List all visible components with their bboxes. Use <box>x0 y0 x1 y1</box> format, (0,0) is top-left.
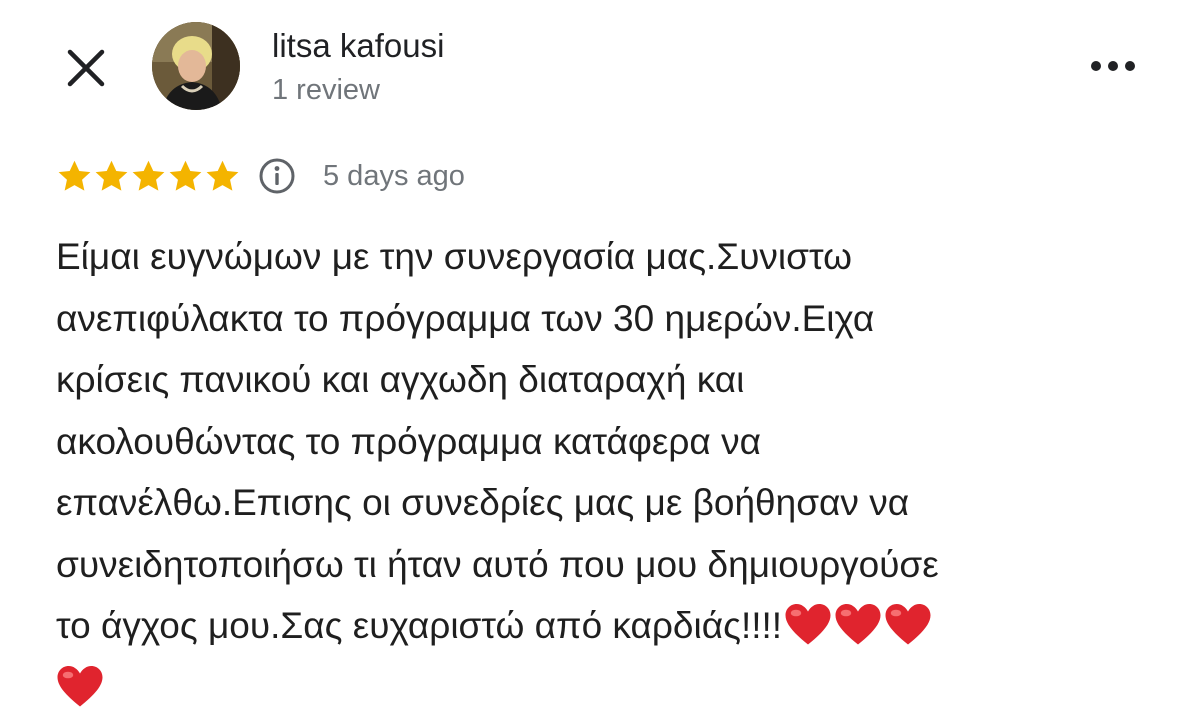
more-horizontal-icon <box>1091 61 1135 71</box>
review-line: συνειδητοποιήσω τι ήταν αυτό που μου δημ… <box>56 543 939 585</box>
reviewer-name[interactable]: litsa kafousi <box>272 26 444 66</box>
review-line: επανέλθω.Επισης οι συνεδρίες μας με βοήθ… <box>56 482 910 523</box>
review-line: το άγχος μου.Σας ευχαριστώ από καρδιάς!!… <box>56 595 1166 657</box>
review-line: ανεπιφύλακτα το πρόγραμμα των 30 ημερών.… <box>56 297 875 339</box>
info-icon[interactable] <box>257 156 297 196</box>
review-meta: 5 days ago <box>56 154 465 198</box>
profile-photo <box>152 22 240 110</box>
star-icon <box>206 160 239 191</box>
star-icon <box>132 160 165 191</box>
review-line: κρίσεις πανικού και αγχωδη διαταραχή και <box>56 359 745 400</box>
review-date: 5 days ago <box>323 159 465 192</box>
star-icon <box>169 160 202 191</box>
review-line: Είμαι ευγνώμων με την συνεργασία μας.Συν… <box>56 236 852 277</box>
heart-emoji-icon <box>57 665 103 706</box>
review-text: Είμαι ευγνώμων με την συνεργασία μας.Συν… <box>56 226 1166 718</box>
heart-emoji-icon <box>785 604 831 645</box>
star-icon <box>95 160 128 191</box>
more-options-button[interactable] <box>1086 48 1140 84</box>
review-line <box>56 657 1166 719</box>
close-button[interactable] <box>62 44 110 92</box>
review-line: ακολουθώντας το πρόγραμμα κατάφερα να <box>56 420 761 462</box>
heart-emoji-icon <box>835 604 881 645</box>
star-rating <box>56 158 241 195</box>
review-count[interactable]: 1 review <box>272 72 380 108</box>
avatar[interactable] <box>152 22 240 110</box>
star-icon <box>58 160 91 191</box>
close-icon <box>67 49 105 87</box>
heart-emoji-icon <box>885 604 931 645</box>
